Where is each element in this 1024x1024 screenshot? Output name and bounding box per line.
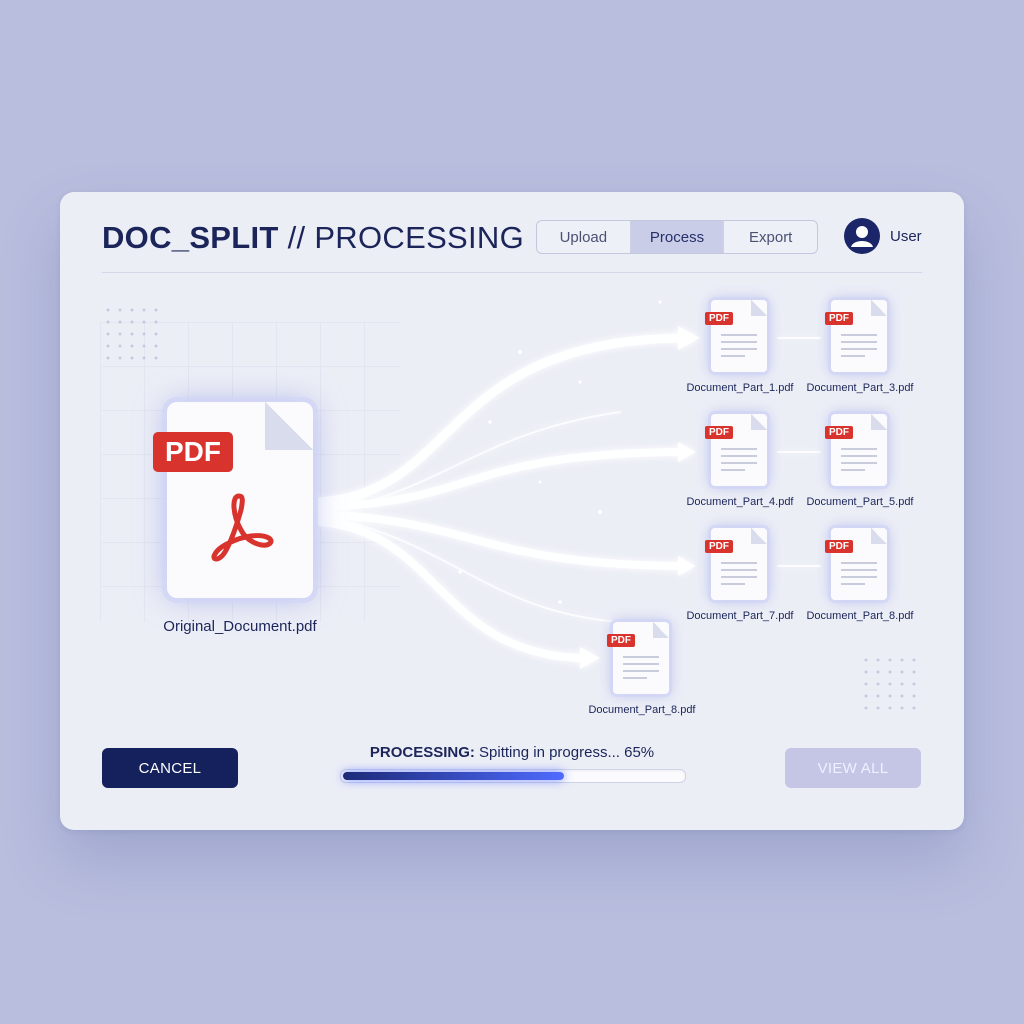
flow-path-4 [316,518,586,662]
page-fold-icon [751,414,767,430]
part-document[interactable]: PDF Document_Part_8.pdf [572,622,712,720]
part-filename: Document_Part_8.pdf [806,610,914,622]
progress-fill [343,772,564,780]
pdf-badge: PDF [153,432,233,472]
pdf-badge: PDF [607,634,635,647]
source-filename: Original_Document.pdf [163,618,317,635]
part-page: PDF [705,528,767,600]
part-page: PDF [825,528,887,600]
part-filename: Document_Part_8.pdf [588,704,696,716]
page-fold-icon [871,300,887,316]
view-all-button[interactable]: VIEW ALL [785,748,921,788]
part-document[interactable]: PDF Document_Part_8.pdf [790,528,930,626]
page-fold-icon [871,528,887,544]
page-fold-icon [871,414,887,430]
part-document[interactable]: PDF Document_Part_4.pdf [670,414,810,512]
page-fold-icon [265,402,313,450]
part-page: PDF [607,622,669,694]
part-page: PDF [825,300,887,372]
page-fold-icon [751,528,767,544]
part-filename: Document_Part_5.pdf [806,496,914,508]
pdf-badge: PDF [825,540,853,553]
page-fold-icon [751,300,767,316]
part-document[interactable]: PDF Document_Part_5.pdf [790,414,930,512]
pdf-badge: PDF [825,426,853,439]
flow-path-1 [315,333,685,507]
part-filename: Document_Part_1.pdf [686,382,794,394]
status-message: Spitting in progress... 65% [474,744,655,761]
part-document[interactable]: PDF Document_Part_1.pdf [670,300,810,398]
acrobat-logo-icon [211,493,274,562]
part-filename: Document_Part_3.pdf [806,382,914,394]
split-dialog: DOC_SPLIT // PROCESSING Upload Process E… [60,192,964,830]
part-page: PDF [705,414,767,486]
pdf-badge: PDF [825,312,853,325]
part-page: PDF [825,414,887,486]
pdf-badge: PDF [705,312,733,325]
part-filename: Document_Part_7.pdf [686,610,794,622]
status-text: PROCESSING: Spitting in progress... 65% [340,744,684,761]
status-label: PROCESSING: [369,744,475,761]
part-document[interactable]: PDF Document_Part_7.pdf [670,528,810,626]
pdf-badge: PDF [705,540,733,553]
part-filename: Document_Part_4.pdf [686,496,794,508]
progress-bar [340,769,686,783]
source-document[interactable]: PDF [153,402,313,598]
part-page: PDF [705,300,767,372]
part-document[interactable]: PDF Document_Part_3.pdf [790,300,930,398]
page-fold-icon [653,622,669,638]
cancel-button[interactable]: CANCEL [102,748,238,788]
pdf-badge: PDF [705,426,733,439]
